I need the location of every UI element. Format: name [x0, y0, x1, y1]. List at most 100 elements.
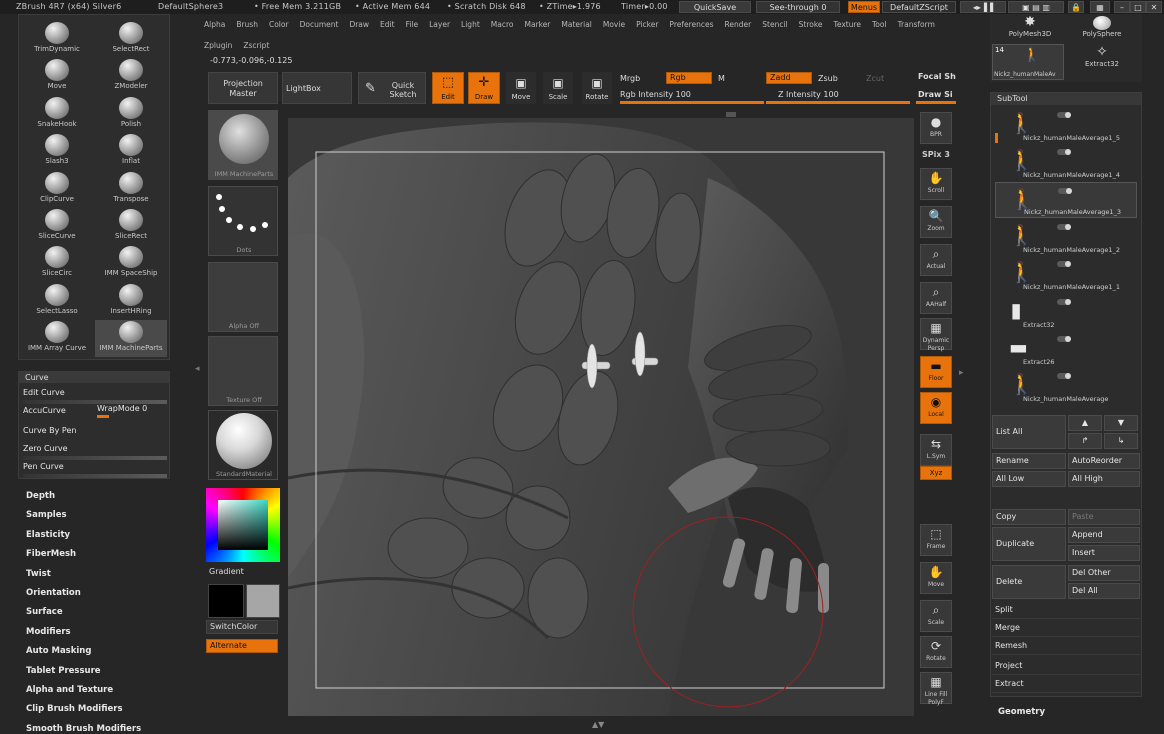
- project-button[interactable]: Project: [992, 659, 1140, 675]
- paste-button[interactable]: Paste: [1068, 509, 1140, 525]
- menu-preferences[interactable]: Preferences: [669, 20, 713, 29]
- subtool-visibility-toggle[interactable]: [1057, 373, 1071, 380]
- pen-curve-button[interactable]: Pen Curve: [23, 462, 167, 478]
- subpalette-auto-masking[interactable]: Auto Masking: [26, 646, 91, 656]
- subpalette-twist[interactable]: Twist: [26, 569, 51, 579]
- brush-slicecirc[interactable]: SliceCirc: [21, 245, 93, 282]
- menu-color[interactable]: Color: [269, 20, 289, 29]
- menu-edit[interactable]: Edit: [380, 20, 395, 29]
- m-button[interactable]: M: [718, 74, 725, 83]
- edit-button[interactable]: ⬚ Edit: [432, 72, 464, 104]
- extract-button[interactable]: Extract: [992, 677, 1140, 693]
- right-collapse-arrow[interactable]: ▸: [959, 368, 964, 378]
- left-collapse-arrow[interactable]: ◂: [195, 364, 200, 374]
- polymesh3d-thumb[interactable]: ✸ PolyMesh3D: [1000, 14, 1060, 42]
- toolbar-spix-3[interactable]: SPix 3: [920, 148, 952, 164]
- material-tile[interactable]: StandardMaterial: [208, 410, 278, 480]
- subpalette-tablet-pressure[interactable]: Tablet Pressure: [26, 666, 101, 676]
- subtool-visibility-toggle[interactable]: [1057, 298, 1071, 305]
- menu-macro[interactable]: Macro: [491, 20, 514, 29]
- brush-selectlasso[interactable]: SelectLasso: [21, 283, 93, 320]
- subtool-visibility-toggle[interactable]: [1057, 112, 1071, 118]
- subpalette-clip-brush-modifiers[interactable]: Clip Brush Modifiers: [26, 704, 123, 714]
- subtool-header[interactable]: SubTool: [991, 93, 1141, 105]
- zsub-button[interactable]: Zsub: [818, 74, 838, 83]
- brush-inflat[interactable]: Inflat: [95, 133, 167, 170]
- rgb-intensity-slider[interactable]: [620, 101, 764, 104]
- subpalette-fibermesh[interactable]: FiberMesh: [26, 549, 76, 559]
- color-picker[interactable]: [206, 488, 280, 562]
- move-down-layer-button[interactable]: ↳: [1104, 433, 1138, 449]
- main-color-swatch[interactable]: [208, 584, 244, 618]
- subtool-item[interactable]: ▬ Extract26: [995, 331, 1137, 367]
- menu-stencil[interactable]: Stencil: [762, 20, 787, 29]
- toolbar-line-fill-polyf[interactable]: ▦ Line Fill PolyF: [920, 672, 952, 706]
- mrgb-button[interactable]: Mrgb: [620, 74, 640, 83]
- menu-tool[interactable]: Tool: [872, 20, 887, 29]
- subtool-item[interactable]: 🚶 Nickz_humanMaleAverage1_2: [995, 219, 1137, 255]
- toolbar-aahalf[interactable]: ⌕ AAHalf: [920, 282, 952, 314]
- draw-size-slider[interactable]: [916, 101, 956, 104]
- all-low-button[interactable]: All Low: [992, 471, 1066, 487]
- subpalette-orientation[interactable]: Orientation: [26, 588, 81, 598]
- quick-sketch-button[interactable]: ✎ Quick Sketch: [358, 72, 426, 104]
- brush-zmodeler[interactable]: ZModeler: [95, 58, 167, 95]
- menu-marker[interactable]: Marker: [524, 20, 550, 29]
- menu-material[interactable]: Material: [561, 20, 591, 29]
- del-other-button[interactable]: Del Other: [1068, 565, 1140, 581]
- brush-polish[interactable]: Polish: [95, 96, 167, 133]
- toolbar-dynamic-persp[interactable]: ▦ Dynamic Persp: [920, 318, 952, 352]
- zscript-button[interactable]: DefaultZScript: [882, 1, 956, 13]
- menu-document[interactable]: Document: [300, 20, 339, 29]
- toolbar-scale[interactable]: ⌕ Scale: [920, 600, 952, 632]
- subtool-visibility-toggle[interactable]: [1057, 223, 1071, 230]
- delete-button[interactable]: Delete: [992, 565, 1066, 599]
- menu-file[interactable]: File: [406, 20, 419, 29]
- move-down-button[interactable]: ▼: [1104, 415, 1138, 431]
- menu-draw[interactable]: Draw: [349, 20, 369, 29]
- nickz-thumb[interactable]: 14 🚶 Nickz_humanMaleAv: [992, 44, 1064, 80]
- focal-shift-label[interactable]: Focal Sh: [918, 72, 956, 81]
- switchcolor-button[interactable]: SwitchColor: [206, 620, 278, 634]
- brush-imm-spaceship[interactable]: IMM SpaceShip: [95, 245, 167, 282]
- z-intensity-slider[interactable]: [766, 101, 910, 104]
- subtool-item[interactable]: 🚶 Nickz_humanMaleAverage1_5: [995, 107, 1137, 143]
- stroke-tile[interactable]: Dots: [208, 186, 278, 256]
- subpalette-samples[interactable]: Samples: [26, 510, 67, 520]
- toolbar-xyz[interactable]: Xyz: [920, 466, 952, 480]
- brush-imm-machineparts[interactable]: IMM MachineParts: [95, 320, 167, 358]
- subpalette-surface[interactable]: Surface: [26, 607, 63, 617]
- subtool-item[interactable]: 🚶 Nickz_humanMaleAverage1_1: [995, 256, 1137, 292]
- menu-transform[interactable]: Transform: [898, 20, 935, 29]
- subtool-item[interactable]: 🚶 Nickz_humanMaleAverage: [995, 368, 1137, 404]
- toolbar-l-sym[interactable]: ⇆ L.Sym: [920, 434, 952, 466]
- lightbox-button[interactable]: LightBox: [282, 72, 352, 104]
- move-up-layer-button[interactable]: ↱: [1068, 433, 1102, 449]
- layout-arrows-icon[interactable]: ◂▸▐▐: [960, 1, 1006, 13]
- brush-slicerect[interactable]: SliceRect: [95, 208, 167, 245]
- brush-snakehook[interactable]: SnakeHook: [21, 96, 93, 133]
- subtool-visibility-toggle[interactable]: [1058, 187, 1072, 194]
- copy-button[interactable]: Copy: [992, 509, 1066, 525]
- remesh-button[interactable]: Remesh: [992, 639, 1140, 655]
- menu-texture[interactable]: Texture: [834, 20, 861, 29]
- toolbar-local[interactable]: ◉ Local: [920, 392, 952, 424]
- gradient-label[interactable]: Gradient: [209, 567, 244, 576]
- menu-layer[interactable]: Layer: [429, 20, 450, 29]
- move-button[interactable]: ▣ Move: [506, 72, 536, 104]
- close-icon[interactable]: ✕: [1146, 1, 1162, 13]
- viewport-top-scroll[interactable]: [726, 112, 736, 117]
- subpalette-alpha-and-texture[interactable]: Alpha and Texture: [26, 685, 113, 695]
- brush-selectrect[interactable]: SelectRect: [95, 21, 167, 58]
- extract32-thumb[interactable]: ✧ Extract32: [1072, 44, 1132, 80]
- texture-tile[interactable]: Texture Off: [208, 336, 278, 406]
- window-icons[interactable]: ▣ ▤ ▥: [1008, 1, 1064, 13]
- brush-move[interactable]: Move: [21, 58, 93, 95]
- minimize-icon[interactable]: –: [1114, 1, 1130, 13]
- layout-icon[interactable]: ▦: [1090, 1, 1110, 13]
- autoreorder-button[interactable]: AutoReorder: [1068, 453, 1140, 469]
- zcut-button[interactable]: Zcut: [866, 74, 884, 83]
- del-all-button[interactable]: Del All: [1068, 583, 1140, 599]
- duplicate-button[interactable]: Duplicate: [992, 527, 1066, 561]
- subtool-item[interactable]: 🚶 Nickz_humanMaleAverage1_4: [995, 144, 1137, 180]
